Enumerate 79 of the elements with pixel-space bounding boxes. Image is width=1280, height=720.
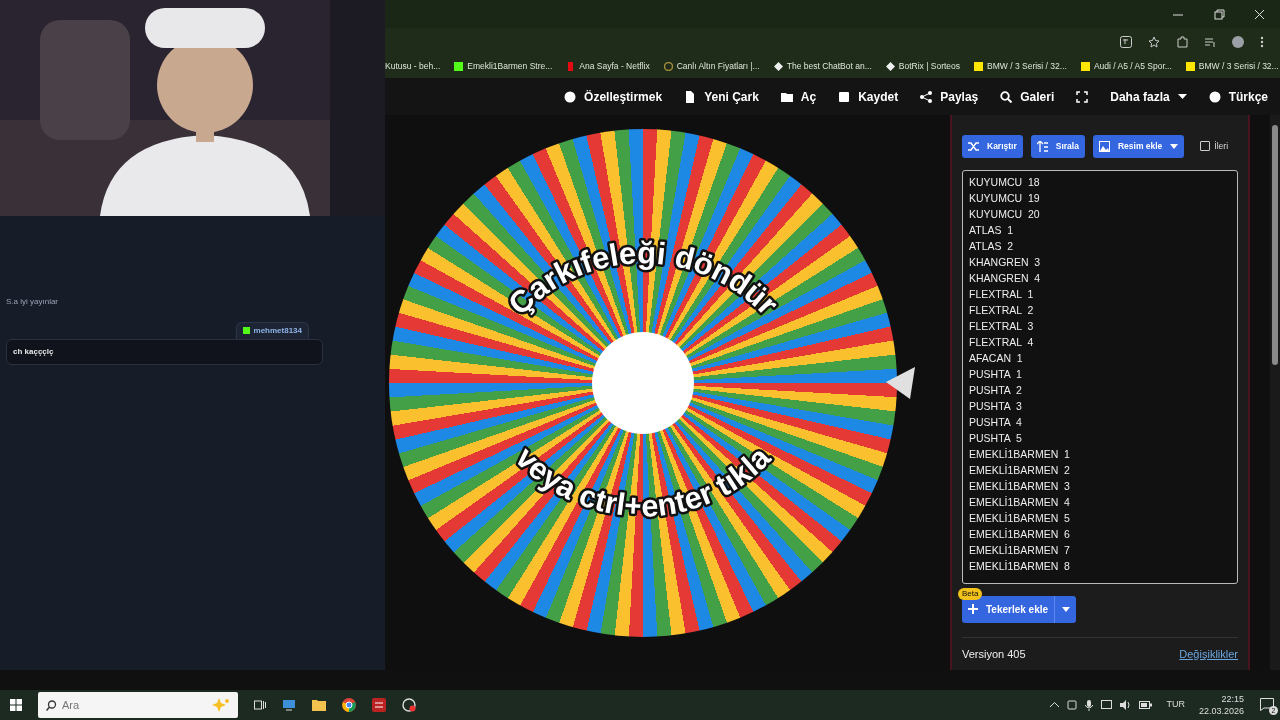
media-icon[interactable] — [1204, 35, 1216, 48]
chat-message: ch kaçççlç — [6, 339, 323, 365]
chat-username: mehmet8134 — [235, 322, 309, 339]
bookmark-icon — [566, 62, 576, 71]
bookmark[interactable]: The best ChatBot an... — [773, 60, 872, 73]
chat-message: S.a iyi yayınlar — [6, 296, 60, 308]
dropdown-button[interactable] — [1054, 595, 1077, 623]
close-icon[interactable] — [1253, 8, 1266, 20]
bookmark[interactable]: Canlı Altın Fiyatları |... — [663, 60, 760, 73]
toolbar-button[interactable]: Aç — [780, 87, 817, 106]
bookmark[interactable]: BMW / 3 Serisi / 32... — [1185, 60, 1279, 73]
bookmark-icon — [454, 62, 464, 71]
bookmark[interactable]: Emekli1Barmen Stre... — [454, 60, 553, 73]
bookmark[interactable]: BMW / 3 Serisi / 32... — [974, 60, 1067, 73]
toolbar-button[interactable]: Türkçe — [1208, 87, 1268, 106]
folder-icon[interactable] — [312, 699, 326, 711]
bookmark[interactable]: Audi / A5 / A5 Spor... — [1080, 60, 1172, 73]
tray-icon[interactable] — [1067, 700, 1078, 710]
file-icon — [684, 90, 697, 103]
clock-time[interactable]: 22:15 — [1221, 693, 1244, 705]
network-icon[interactable] — [1101, 700, 1113, 710]
caret-icon — [1177, 93, 1187, 100]
entries-textarea[interactable]: KUYUMCU 18 KUYUMCU 19 KUYUMCU 20 ATLAS 1 ATLAS 2 KHANGREN 3 KHANGREN 4 FLEXTRAL 1 FLEXTRAL 2 FLEXTRAL 3 FLEXTRAL 4 AFACAN 1 PUSHTA 1 PUSHTA 2 PUSHTA 3 PUSHTA 4 PUSHTA 5 EMEKLİ1BARMEN 1 EMEKLİ1BARMEN 2 EMEKLİ1BARMEN 3 EMEKLİ1BARMEN 4 EMEKLİ1BARMEN 5 EMEKLİ1BARMEN 6 EMEKLİ1BARMEN 7 EMEKLİ1BARMEN 8 — [962, 169, 1238, 584]
changes-link[interactable]: Değişiklikler — [1179, 645, 1238, 662]
folder-icon — [780, 90, 793, 103]
bookmark[interactable]: Kutusu - beh... — [385, 60, 441, 73]
star-icon[interactable] — [1148, 35, 1160, 48]
menu-icon[interactable] — [1260, 35, 1264, 48]
beta-badge: Beta — [958, 587, 983, 600]
fullscreen-button[interactable] — [1076, 90, 1089, 103]
toolbar-button[interactable]: Paylaş — [920, 87, 979, 106]
toolbar-button[interactable]: Daha fazla — [1110, 87, 1187, 106]
toolbar-button[interactable]: Kaydet — [838, 87, 899, 106]
clock-date[interactable]: 22.03.2026 — [1198, 705, 1244, 717]
battery-icon[interactable] — [1139, 701, 1153, 709]
panel-button[interactable]: Karıştır — [962, 135, 1023, 158]
plus-icon — [968, 604, 978, 614]
search-icon — [46, 700, 57, 711]
share-icon — [920, 90, 933, 103]
microphone-icon[interactable] — [1085, 699, 1094, 711]
shuffle-icon — [968, 140, 979, 152]
bookmark-icon — [1080, 62, 1090, 71]
browser-icon[interactable] — [342, 698, 356, 712]
sort-icon — [1036, 140, 1048, 152]
sparkle-icon — [212, 698, 230, 712]
translate-icon[interactable] — [1120, 35, 1132, 48]
add-wheel-button[interactable]: Tekerlek ekle — [962, 595, 1055, 623]
language-indicator[interactable]: TUR — [1166, 698, 1185, 712]
bookmark-icon — [1185, 62, 1195, 71]
notification-icon[interactable] — [1260, 698, 1274, 712]
bookmark[interactable]: Ana Sayfa - Netflix — [566, 60, 650, 73]
toolbar-button[interactable]: Yeni Çark — [684, 87, 759, 106]
chevron-icon[interactable] — [1050, 702, 1060, 708]
bookmark[interactable]: BotRix | Sorteos — [885, 60, 961, 73]
app-icon[interactable] — [402, 698, 416, 712]
bookmark-icon — [885, 62, 895, 71]
task-view-icon[interactable] — [254, 699, 266, 711]
save-icon — [838, 90, 851, 103]
panel-button[interactable]: Resim ekle — [1092, 135, 1185, 158]
restore-icon[interactable] — [1212, 8, 1225, 20]
image-icon — [1098, 140, 1110, 152]
search-field[interactable]: Ara — [38, 692, 238, 718]
search-icon — [1000, 90, 1013, 103]
volume-icon[interactable] — [1120, 700, 1132, 710]
caret-icon — [1170, 143, 1179, 149]
toolbar-button[interactable]: Özelleştirmek — [564, 87, 663, 106]
fullscreen-icon — [1076, 90, 1089, 103]
profile-icon[interactable] — [1232, 35, 1244, 48]
monitor-icon[interactable] — [282, 699, 296, 711]
checkbox-label: İleri — [1214, 140, 1229, 153]
toolbar-button[interactable]: Galeri — [1000, 87, 1055, 106]
checkbox[interactable] — [1200, 141, 1211, 152]
version-text: Versiyon 405 — [962, 646, 1026, 662]
bookmark-icon — [663, 62, 673, 71]
bookmark-icon — [773, 62, 783, 71]
windows-icon[interactable] — [10, 699, 22, 711]
caret-icon — [1061, 607, 1070, 613]
bookmark-icon — [974, 62, 984, 71]
panel-button[interactable]: Sırala — [1030, 135, 1085, 158]
